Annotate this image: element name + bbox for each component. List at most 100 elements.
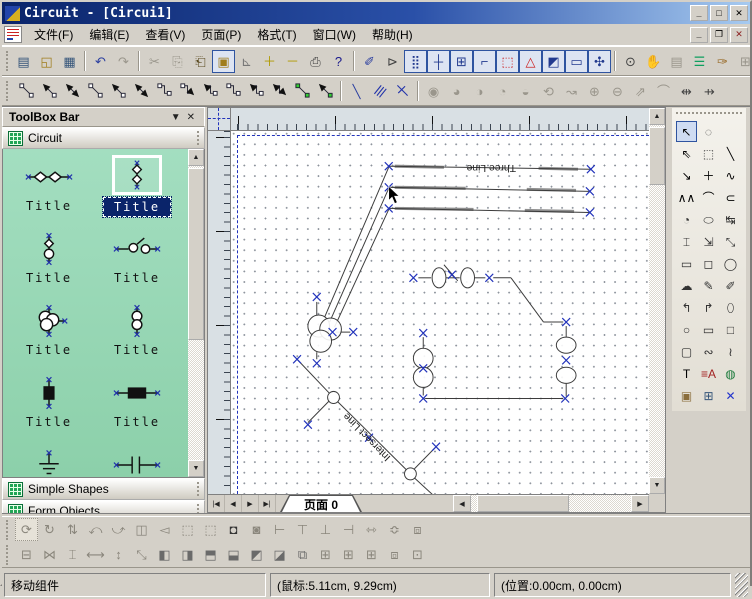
pattern-button[interactable]: ✣ bbox=[588, 50, 611, 73]
rotate-left-button[interactable]: ⤺ bbox=[84, 518, 107, 541]
toolbox-close-icon[interactable]: ✕ bbox=[184, 112, 198, 123]
toolbar-button[interactable] bbox=[138, 51, 140, 71]
menu-file[interactable]: 文件(F) bbox=[26, 24, 81, 45]
pie-tool-button[interactable]: ◔ bbox=[676, 209, 697, 230]
new-document-button[interactable]: ▤ bbox=[12, 50, 35, 73]
rotate-angle-button[interactable]: ↻ bbox=[38, 518, 61, 541]
shape-weld-button[interactable]: ◉ bbox=[422, 80, 445, 103]
intersect-shapes-button[interactable]: ⬓ bbox=[222, 543, 245, 566]
squiggle-tool-button[interactable]: ≀ bbox=[720, 341, 741, 362]
toolbar-button[interactable] bbox=[614, 51, 616, 71]
paste-button[interactable]: ⎗ bbox=[189, 50, 212, 73]
arc-segment-button[interactable]: ⌒ bbox=[652, 80, 675, 103]
show-grid-button[interactable]: ⣿ bbox=[404, 50, 427, 73]
toolbox-section-simple-shapes[interactable]: Simple Shapes bbox=[2, 478, 205, 500]
rect-callout-tool-button[interactable]: ▭ bbox=[676, 253, 697, 274]
add-vertex-button[interactable]: ⊕ bbox=[583, 80, 606, 103]
page-tab[interactable]: 页面 0 bbox=[280, 495, 362, 512]
menu-page[interactable]: 页面(P) bbox=[193, 24, 249, 45]
snap-shape-button[interactable]: ◩ bbox=[542, 50, 565, 73]
distribute-v-button[interactable]: ⌶ bbox=[61, 543, 84, 566]
toolbar-button[interactable] bbox=[84, 51, 86, 71]
connector-line2-button[interactable] bbox=[84, 80, 107, 103]
connector-arrow-start2-button[interactable] bbox=[107, 80, 130, 103]
shape-union-button[interactable]: ◕ bbox=[445, 80, 468, 103]
freehand-region-tool-button[interactable]: ✐ bbox=[720, 275, 741, 296]
diagonal-dimension-tool-button[interactable]: ⤡ bbox=[720, 231, 741, 252]
toolbar-button[interactable] bbox=[417, 81, 419, 101]
cloud-tool-button[interactable]: ☁ bbox=[676, 275, 697, 296]
rounded-rect-tool-button[interactable]: ▢ bbox=[676, 341, 697, 362]
scroll-down-icon[interactable]: ▼ bbox=[188, 460, 204, 477]
display-window-button[interactable]: ▣ bbox=[212, 50, 235, 73]
space-down-button[interactable]: ⇸ bbox=[698, 80, 721, 103]
curve-tool-button[interactable]: ∿ bbox=[720, 165, 741, 186]
scrollbar-thumb[interactable] bbox=[649, 127, 665, 185]
reshape-nodes-button[interactable]: ⬚ bbox=[199, 518, 222, 541]
grid-snap-large-button[interactable]: ⊞ bbox=[360, 543, 383, 566]
center-vertical-button[interactable]: ⊟ bbox=[15, 543, 38, 566]
pointer-shape-button[interactable]: ⊳ bbox=[381, 50, 404, 73]
component-circle-cluster[interactable]: Title bbox=[5, 299, 93, 371]
palette-grip[interactable] bbox=[676, 112, 742, 118]
ruler-button[interactable]: ⊾ bbox=[235, 50, 258, 73]
connector-step-arrow-start-button[interactable] bbox=[199, 80, 222, 103]
snap-to-grid-button[interactable]: ⊞ bbox=[450, 50, 473, 73]
cut-button[interactable]: ✂ bbox=[143, 50, 166, 73]
freehand-pen-tool-button[interactable]: ✎ bbox=[698, 275, 719, 296]
rich-text-tool-button[interactable]: ≡A bbox=[698, 363, 719, 384]
scroll-right-icon[interactable]: ▶ bbox=[631, 495, 649, 512]
show-handles-button[interactable]: ⬚ bbox=[496, 50, 519, 73]
zoom-out-button[interactable]: － bbox=[281, 50, 304, 73]
zoom-in-button[interactable]: ＋ bbox=[258, 50, 281, 73]
connector-green-handles2-button[interactable] bbox=[314, 80, 337, 103]
area-select-tool-button[interactable]: ◌ bbox=[698, 121, 719, 142]
shape-intersect-button[interactable]: ◔ bbox=[491, 80, 514, 103]
component-ground[interactable] bbox=[5, 443, 93, 477]
weld-shapes-button[interactable]: ◧ bbox=[153, 543, 176, 566]
undo-button[interactable]: ↶ bbox=[89, 50, 112, 73]
connector-curve-button[interactable] bbox=[222, 80, 245, 103]
toolbar-grip[interactable] bbox=[6, 545, 11, 565]
component-v-resistor[interactable]: Title bbox=[5, 371, 93, 443]
document-icon[interactable] bbox=[4, 26, 22, 43]
same-width-button[interactable]: ⇿ bbox=[360, 518, 383, 541]
component-capacitor[interactable] bbox=[93, 443, 181, 477]
round-callout-tool-button[interactable]: ◯ bbox=[720, 253, 741, 274]
fit-width-button[interactable]: ⟷ bbox=[84, 543, 107, 566]
align-left-button[interactable]: ⊢ bbox=[268, 518, 291, 541]
connector-arrow-both-button[interactable] bbox=[61, 80, 84, 103]
combine-shapes-button[interactable]: ◪ bbox=[268, 543, 291, 566]
circle-tool-button[interactable]: ○ bbox=[676, 319, 697, 340]
add-select-tool-button[interactable]: ⇖ bbox=[676, 143, 697, 164]
polyline-tool-button[interactable]: ∧∧ bbox=[676, 187, 697, 208]
table-tool-button[interactable]: ⊞ bbox=[698, 385, 719, 406]
show-guides-button[interactable]: ┼ bbox=[427, 50, 450, 73]
image-tool-button[interactable]: ▣ bbox=[676, 385, 697, 406]
connector-step-arrow-end-button[interactable] bbox=[176, 80, 199, 103]
scrollbar-thumb[interactable] bbox=[188, 168, 204, 340]
connector-line-button[interactable] bbox=[15, 80, 38, 103]
flip-both-button[interactable]: ⇅ bbox=[61, 518, 84, 541]
connector-step-button[interactable] bbox=[153, 80, 176, 103]
canvas-horizontal-scrollbar[interactable]: ◀ ▶ bbox=[453, 495, 649, 512]
text-tool-button[interactable]: T bbox=[676, 363, 697, 384]
rotate-free-button[interactable]: ⟳ bbox=[15, 518, 38, 541]
canvas-vertical-scrollbar[interactable]: ▲ ▼ bbox=[649, 108, 665, 494]
copy-button[interactable]: ⎘ bbox=[166, 50, 189, 73]
redo-button[interactable]: ↷ bbox=[112, 50, 135, 73]
distribute-h-button[interactable]: ⋈ bbox=[38, 543, 61, 566]
shape-exclude-button[interactable]: ◒ bbox=[514, 80, 537, 103]
toolbox-scrollbar[interactable]: ▲ ▼ bbox=[188, 149, 204, 477]
scroll-down-icon[interactable]: ▼ bbox=[649, 477, 665, 494]
callout-tool-button[interactable]: ◻ bbox=[698, 253, 719, 274]
subtract-shapes-button[interactable]: ⬒ bbox=[199, 543, 222, 566]
union-shapes-button[interactable]: ◨ bbox=[176, 543, 199, 566]
shape-subtract-button[interactable]: ◑ bbox=[468, 80, 491, 103]
connector-curve-arrow-start-button[interactable] bbox=[245, 80, 268, 103]
component-h-switch[interactable]: Title bbox=[93, 227, 181, 299]
design-mode-button[interactable]: ✐ bbox=[358, 50, 381, 73]
scroll-up-icon[interactable]: ▲ bbox=[649, 108, 665, 125]
polygon-arrow-right-tool-button[interactable]: ↱ bbox=[698, 297, 719, 318]
exclude-shapes-button[interactable]: ◩ bbox=[245, 543, 268, 566]
